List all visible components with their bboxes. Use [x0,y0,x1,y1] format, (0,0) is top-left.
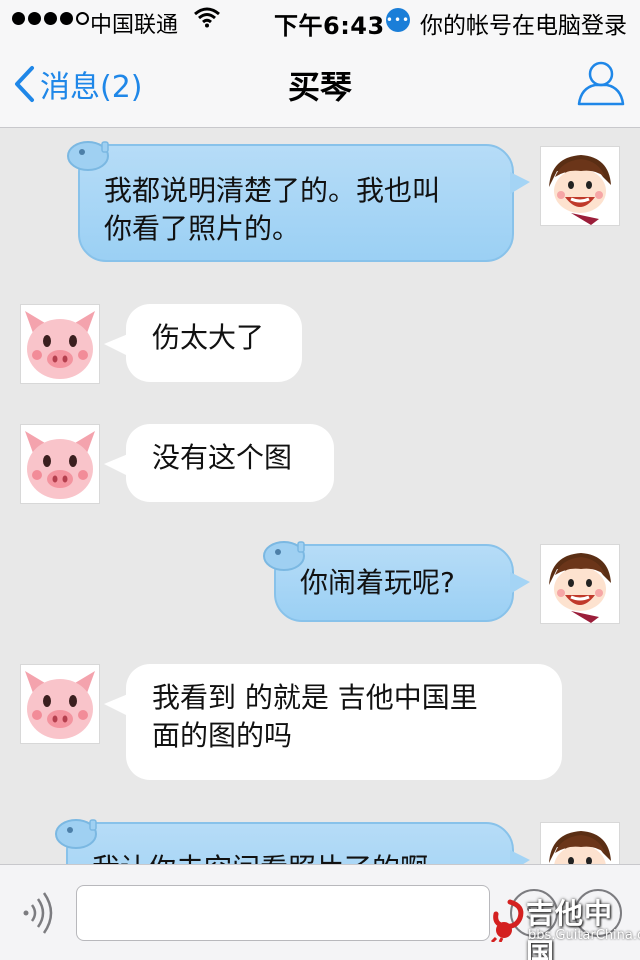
cartoon-boy-avatar-icon [541,147,619,225]
watermark-url: bbs.GuitarChina.com [528,928,640,943]
signal-strength-icon [12,12,89,25]
message-text: 我让你去空间看照片了的啊 [92,852,428,864]
guitar-logo-icon [490,899,524,942]
my-avatar[interactable] [540,822,620,864]
chat-notification-icon: ••• [386,8,410,32]
outgoing-message-bubble[interactable]: 我都说明清楚了的。我也叫 你看了照片的。 [67,141,530,262]
cartoon-boy-avatar-icon [541,823,619,864]
cartoon-boy-avatar-icon [541,545,619,623]
message-text: 没有这个图 [152,441,293,474]
message-text: 我都说明清楚了的。我也叫 你看了照片的。 [104,174,441,245]
message-input[interactable] [76,885,490,941]
wifi-icon [194,7,220,28]
navigation-bar: 消息(2) 买琴 [0,40,640,128]
outgoing-message-bubble[interactable]: 你闹着玩呢? [263,541,530,622]
status-bar: 中国联通 下午6:43 ••• 你的帐号在电脑登录 [0,0,640,40]
cartoon-pig-avatar-icon [21,425,99,503]
watermark-text: 吉他中国 [526,897,614,960]
bubble-decoration-icon [67,141,109,171]
voice-icon[interactable] [18,891,58,935]
bubble-decoration-icon [263,541,305,571]
message-text: 我看到 的就是 吉他中国里 面的图的吗 [152,681,478,752]
incoming-message-bubble[interactable]: 伤太大了 [104,304,302,382]
status-notification[interactable]: 你的帐号在电脑登录 [420,6,627,40]
incoming-message-bubble[interactable]: 我看到 的就是 吉他中国里 面的图的吗 [104,664,562,780]
my-avatar[interactable] [540,544,620,624]
carrier-name: 中国联通 [90,13,179,38]
contact-avatar[interactable] [20,664,100,744]
status-time: 下午6:43 [274,12,385,40]
cartoon-pig-avatar-icon [21,305,99,383]
contact-avatar[interactable] [20,304,100,384]
chat-screen: 中国联通 下午6:43 ••• 你的帐号在电脑登录 消息(2) 买琴 我都说明清… [0,0,640,960]
outgoing-message-bubble[interactable]: 我让你去空间看照片了的啊 [55,819,530,864]
my-avatar[interactable] [540,146,620,226]
message-text: 伤太大了 [152,321,265,354]
contact-avatar[interactable] [20,424,100,504]
cartoon-pig-avatar-icon [21,665,99,743]
page-title: 买琴 [287,68,352,106]
profile-icon[interactable] [576,58,626,108]
watermark: 吉他中国 bbs.GuitarChina.com [484,888,640,960]
incoming-message-bubble[interactable]: 没有这个图 [104,424,334,502]
message-list[interactable]: 我都说明清楚了的。我也叫 你看了照片的。 伤太大了 没有这个图 你闹着玩呢? 我… [0,128,640,864]
bubble-decoration-icon [55,819,97,849]
